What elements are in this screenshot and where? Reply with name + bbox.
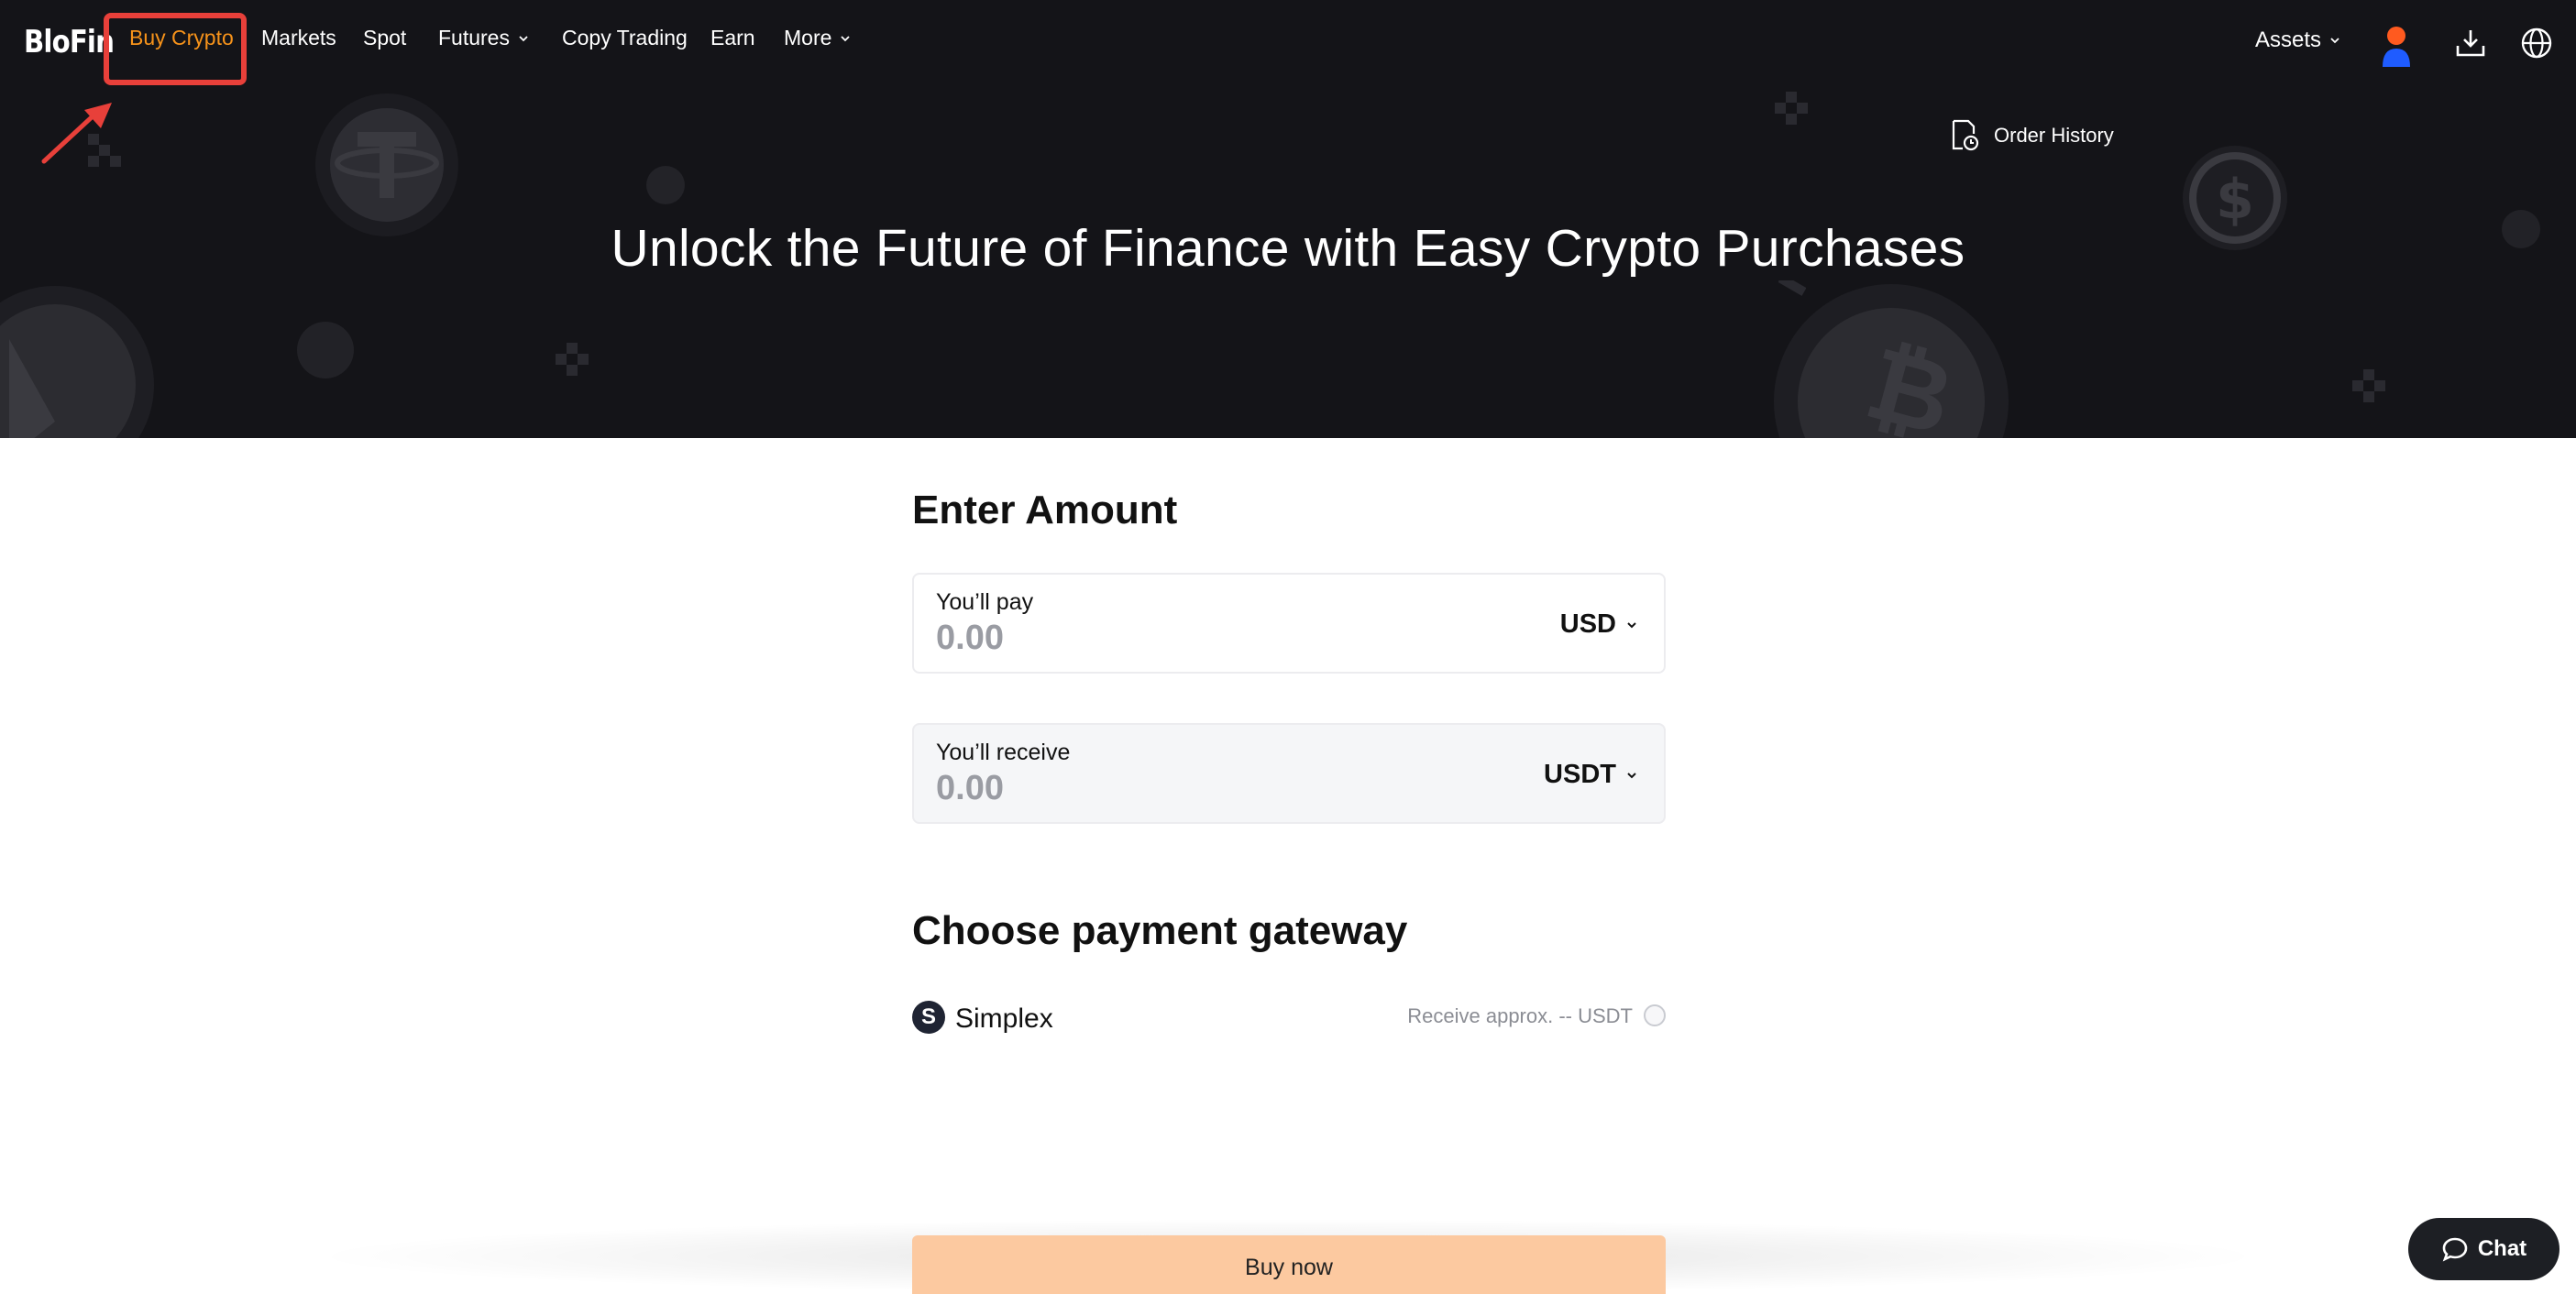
pixel-decoration	[2352, 369, 2385, 402]
chevron-down-icon	[1627, 772, 1636, 778]
chevron-down-icon	[841, 35, 851, 41]
chevron-down-icon	[519, 35, 528, 41]
nav-spot[interactable]: Spot	[363, 26, 406, 50]
receive-currency-select[interactable]: USDT	[1544, 760, 1638, 790]
annotation-highlight-box	[104, 13, 247, 85]
enter-amount-title: Enter Amount	[912, 488, 1178, 532]
nav-more-label: More	[784, 26, 832, 49]
globe-icon[interactable]	[2519, 26, 2554, 60]
order-history-icon	[1952, 119, 1979, 151]
nav-spot-label: Spot	[363, 26, 407, 49]
hero-banner: ₿ $ BloFin Buy Crypto Markets Spot Futur…	[0, 0, 2576, 438]
gateway-option-simplex[interactable]: S Simplex Receive approx. -- USDT	[912, 999, 1666, 1037]
gateway-approx-text: Receive approx. -- USDT	[1407, 1004, 1633, 1027]
nav-earn-label: Earn	[710, 26, 755, 49]
nav-copy-trading-label: Copy Trading	[562, 26, 688, 49]
receive-amount-input[interactable]: 0.00	[936, 769, 1004, 808]
pixel-decoration	[1775, 92, 1808, 125]
nav-copy-trading[interactable]: Copy Trading	[562, 26, 688, 50]
buy-now-button[interactable]: Buy now	[912, 1235, 1666, 1294]
chat-bubble-icon	[2442, 1237, 2468, 1262]
pay-amount-field[interactable]: You’ll pay 0.00 USD	[912, 573, 1666, 674]
pay-amount-input[interactable]: 0.00	[936, 619, 1004, 658]
top-navigation: BloFin Buy Crypto Markets Spot Futures C…	[0, 0, 2576, 82]
hero-title: Unlock the Future of Finance with Easy C…	[611, 219, 1965, 278]
order-history-label: Order History	[1994, 124, 2114, 147]
blofin-logo[interactable]: BloFin	[24, 24, 115, 60]
nav-more[interactable]: More	[784, 26, 852, 50]
nav-futures-label: Futures	[438, 26, 510, 49]
chat-button[interactable]: Chat	[2408, 1218, 2559, 1280]
gateway-radio[interactable]	[1644, 1004, 1666, 1026]
receive-amount-field[interactable]: You’ll receive 0.00 USDT	[912, 723, 1666, 824]
chevron-down-icon	[1627, 621, 1636, 628]
gateway-name: Simplex	[955, 1003, 1053, 1034]
pay-currency-label: USD	[1559, 609, 1616, 639]
chevron-down-icon	[2330, 38, 2339, 44]
ethereum-coin-decoration	[0, 286, 154, 438]
circle-decoration	[297, 322, 354, 378]
assets-label: Assets	[2255, 27, 2322, 52]
tether-coin-decoration	[315, 93, 458, 236]
nav-earn[interactable]: Earn	[710, 26, 755, 50]
nav-markets[interactable]: Markets	[261, 26, 336, 50]
pay-currency-select[interactable]: USD	[1560, 609, 1638, 640]
bitcoin-coin-decoration: ₿	[1774, 284, 2009, 438]
payment-gateway-title: Choose payment gateway	[912, 908, 1408, 953]
nav-futures[interactable]: Futures	[438, 26, 530, 50]
receive-label: You’ll receive	[936, 740, 1071, 765]
pixel-decoration	[556, 343, 589, 376]
nav-markets-label: Markets	[261, 26, 336, 49]
simplex-logo-icon: S	[912, 1001, 945, 1034]
assets-menu[interactable]: Assets	[2255, 27, 2341, 53]
download-icon[interactable]	[2453, 26, 2488, 60]
chat-label: Chat	[2477, 1236, 2527, 1261]
user-avatar-icon[interactable]	[2377, 23, 2416, 67]
order-history-link[interactable]: Order History	[1950, 119, 2114, 152]
pay-label: You’ll pay	[936, 589, 1034, 615]
receive-currency-label: USDT	[1544, 760, 1616, 789]
circle-decoration	[646, 166, 685, 204]
annotation-arrow-icon	[41, 103, 112, 164]
pixel-decoration	[1778, 280, 1806, 296]
